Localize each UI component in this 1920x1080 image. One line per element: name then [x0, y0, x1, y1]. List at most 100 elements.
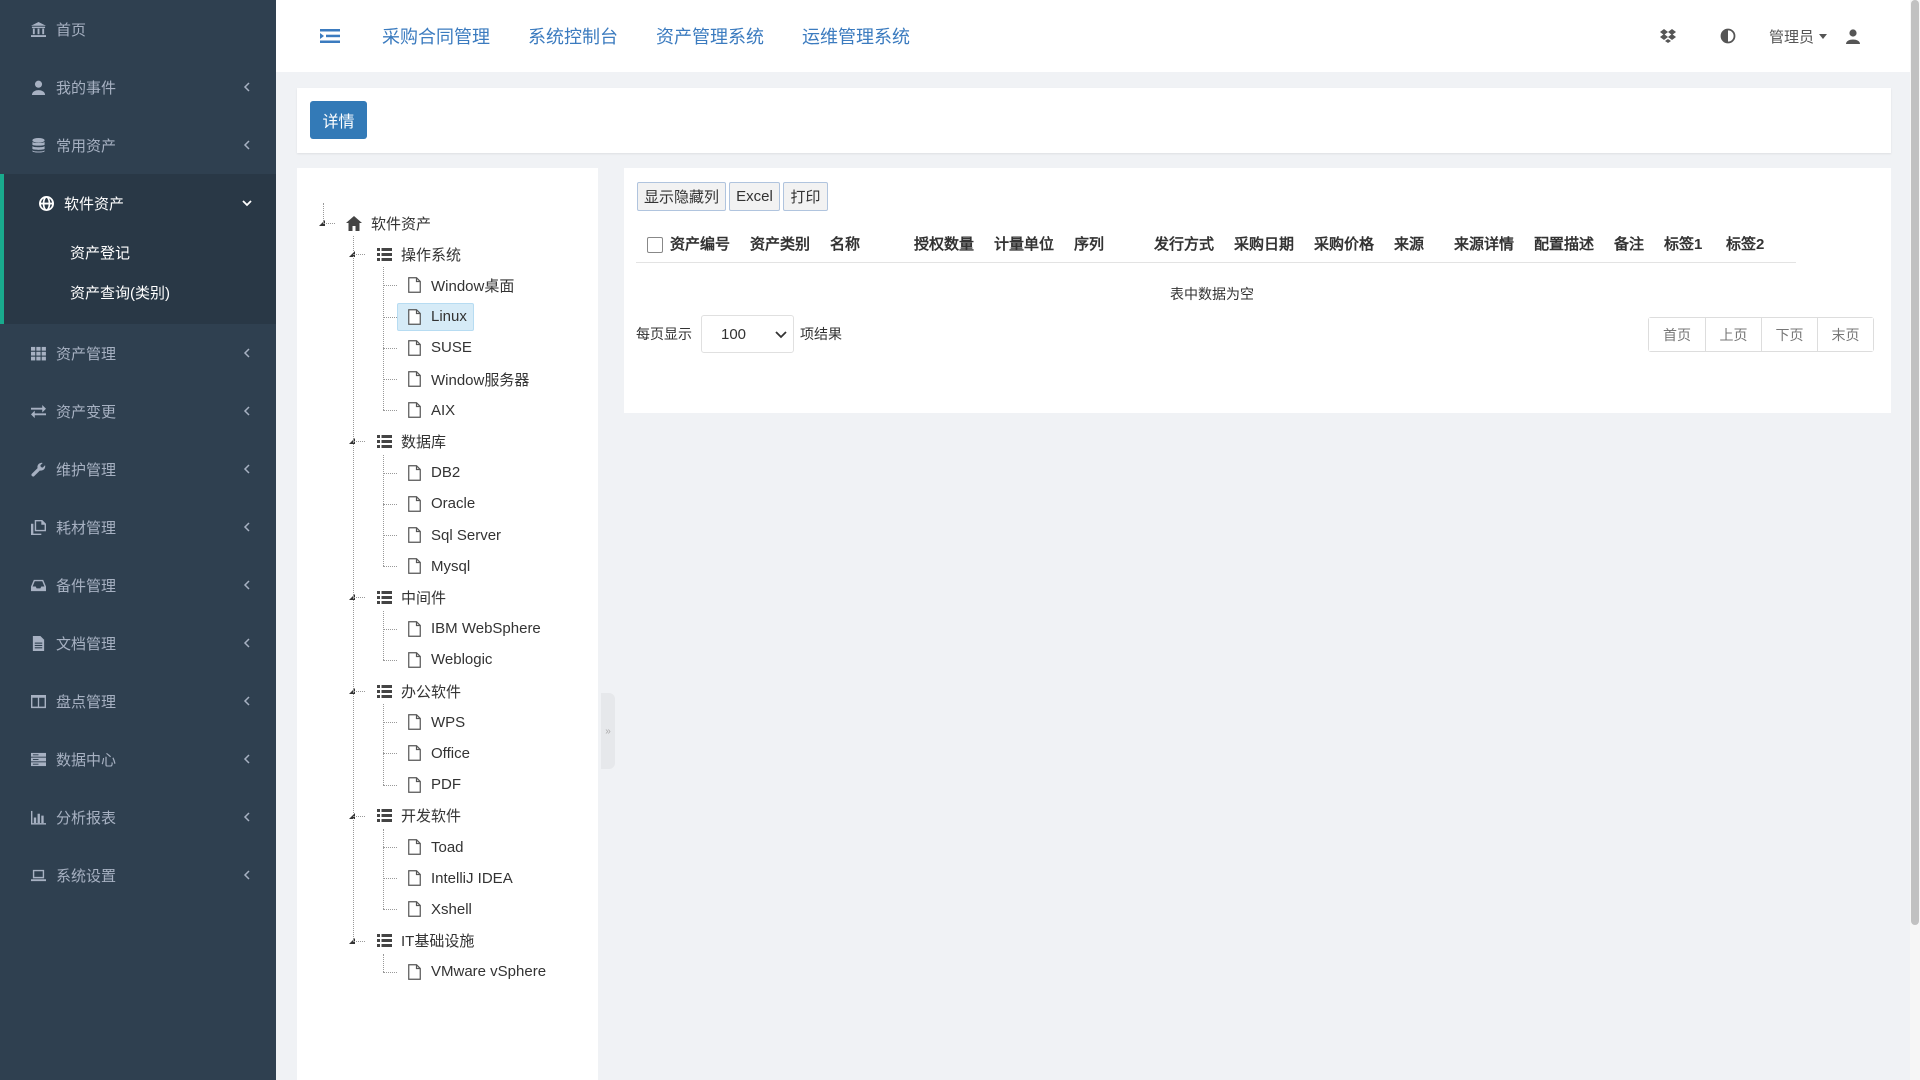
menu-toggle-icon[interactable] [320, 27, 342, 45]
page-scrollbar[interactable] [1910, 0, 1920, 1080]
inbox-icon [30, 577, 46, 593]
sidebar-item-label: 常用资产 [56, 137, 117, 155]
sidebar-item-13[interactable]: 系统设置 [0, 846, 276, 904]
sidebar-item-5[interactable]: 资产变更 [0, 382, 276, 440]
detail-panel: 详情 [297, 88, 1891, 153]
sidebar-item-8[interactable]: 备件管理 [0, 556, 276, 614]
tree-group-5[interactable]: IT基础设施 [375, 927, 474, 955]
next-page-button[interactable]: 下页 [1761, 318, 1817, 351]
select-all-checkbox[interactable] [647, 237, 663, 253]
print-button[interactable]: 打印 [783, 182, 828, 211]
tree-connector [323, 203, 324, 223]
column-header-7[interactable]: 采购日期 [1234, 223, 1294, 263]
file-icon [405, 869, 423, 887]
tree-leaf-1-3[interactable]: Mysql [405, 552, 470, 580]
column-header-10[interactable]: 来源详情 [1454, 223, 1514, 263]
dropbox-icon[interactable] [1659, 27, 1677, 45]
tree-leaf-0-4[interactable]: AIX [405, 396, 455, 424]
table-header: 资产编号 资产类别 名称 授权数量 计量单位 序列 发行方式 采购日期 采购价格 来源 来源详情 配置… [636, 223, 1796, 263]
sidebar-subitem-1[interactable]: 资产查询(类别) [4, 272, 276, 312]
file-icon [405, 526, 423, 544]
sidebar-item-2[interactable]: 常用资产 [0, 116, 276, 174]
tree-node-label: Office [431, 744, 470, 762]
tree-leaf-4-0[interactable]: Toad [405, 833, 464, 861]
tree-collapse-handle[interactable]: » [601, 693, 615, 769]
tree-leaf-1-0[interactable]: DB2 [405, 459, 460, 487]
column-header-13[interactable]: 标签1 [1664, 223, 1702, 263]
tree-leaf-4-1[interactable]: IntelliJ IDEA [405, 864, 513, 892]
tree-connector [383, 784, 397, 786]
tree-group-3[interactable]: 办公软件 [375, 677, 461, 705]
column-header-1[interactable]: 资产类别 [750, 223, 810, 263]
tree-leaf-0-3[interactable]: Window服务器 [405, 365, 529, 393]
last-page-button[interactable]: 末页 [1817, 318, 1873, 351]
sidebar-item-11[interactable]: 数据中心 [0, 730, 276, 788]
tree-leaf-5-0[interactable]: VMware vSphere [405, 958, 546, 986]
toggle-columns-button[interactable]: 显示隐藏列 [637, 182, 726, 211]
tree-leaf-2-1[interactable]: Weblogic [405, 646, 492, 674]
list-icon [375, 807, 393, 825]
page-size-select[interactable]: 100 [701, 315, 794, 353]
tree-group-2[interactable]: 中间件 [375, 583, 446, 611]
chevron-left-icon [242, 140, 252, 150]
tree-leaf-3-2[interactable]: PDF [405, 771, 461, 799]
prev-page-button[interactable]: 上页 [1705, 318, 1761, 351]
sidebar-item-0[interactable]: 首页 [0, 0, 276, 58]
detail-button[interactable]: 详情 [310, 101, 367, 139]
column-header-3[interactable]: 授权数量 [914, 223, 974, 263]
tree-connector [383, 704, 384, 785]
nav-link-asset-system[interactable]: 资产管理系统 [656, 23, 764, 49]
tree-node-label: Mysql [431, 557, 471, 575]
tree-connector [383, 953, 384, 972]
nav-link-console[interactable]: 系统控制台 [528, 23, 618, 49]
column-header-5[interactable]: 序列 [1074, 223, 1104, 263]
file-icon [405, 620, 423, 638]
sidebar-item-12[interactable]: 分析报表 [0, 788, 276, 846]
theme-icon[interactable] [1719, 27, 1737, 45]
column-header-0[interactable]: 资产编号 [670, 223, 730, 263]
column-header-6[interactable]: 发行方式 [1154, 223, 1214, 263]
sidebar-item-label: 资产变更 [56, 403, 117, 421]
tree-node-label: WPS [431, 713, 466, 731]
tree-node-label: Xshell [431, 900, 472, 918]
tree-node-root[interactable]: 软件资产 [345, 209, 431, 237]
scrollbar-thumb[interactable] [1911, 0, 1919, 925]
tree-group-4[interactable]: 开发软件 [375, 802, 461, 830]
sidebar-item-7[interactable]: 耗材管理 [0, 498, 276, 556]
column-header-2[interactable]: 名称 [830, 223, 860, 263]
sidebar-item-1[interactable]: 我的事件 [0, 58, 276, 116]
nav-link-contract[interactable]: 采购合同管理 [382, 23, 490, 49]
sidebar-item-3[interactable]: 软件资产 [4, 174, 276, 232]
tree-leaf-3-0[interactable]: WPS [405, 708, 465, 736]
first-page-button[interactable]: 首页 [1649, 318, 1705, 351]
sidebar-item-9[interactable]: 文档管理 [0, 614, 276, 672]
user-menu[interactable]: 管理员 [1769, 26, 1860, 47]
tree-group-0[interactable]: 操作系统 [375, 240, 461, 268]
tree-leaf-2-0[interactable]: IBM WebSphere [405, 615, 541, 643]
tree-leaf-0-1[interactable]: Linux [397, 302, 474, 331]
tree-leaf-0-2[interactable]: SUSE [405, 334, 472, 362]
sidebar-item-6[interactable]: 维护管理 [0, 440, 276, 498]
column-header-11[interactable]: 配置描述 [1534, 223, 1594, 263]
tree-group-1[interactable]: 数据库 [375, 427, 446, 455]
column-header-12[interactable]: 备注 [1614, 223, 1644, 263]
sidebar-item-4[interactable]: 资产管理 [0, 324, 276, 382]
column-header-8[interactable]: 采购价格 [1314, 223, 1374, 263]
user-name: 管理员 [1768, 28, 1814, 46]
tree-connector [383, 379, 397, 380]
excel-export-button[interactable]: Excel [729, 182, 780, 211]
tree-connector [383, 847, 397, 848]
column-header-4[interactable]: 计量单位 [994, 223, 1054, 263]
nav-link-ops-system[interactable]: 运维管理系统 [802, 23, 910, 49]
sidebar-item-10[interactable]: 盘点管理 [0, 672, 276, 730]
column-header-9[interactable]: 来源 [1394, 223, 1424, 263]
column-header-14[interactable]: 标签2 [1726, 223, 1764, 263]
tree-leaf-4-2[interactable]: Xshell [405, 895, 472, 923]
sidebar-item-label: 维护管理 [56, 461, 117, 479]
tree-leaf-1-2[interactable]: Sql Server [405, 521, 501, 549]
sidebar-subitem-0[interactable]: 资产登记 [4, 232, 276, 272]
tree-leaf-3-1[interactable]: Office [405, 739, 470, 767]
tree-leaf-0-0[interactable]: Window桌面 [405, 271, 514, 299]
tree-connector [383, 285, 397, 287]
tree-leaf-1-1[interactable]: Oracle [405, 490, 475, 518]
